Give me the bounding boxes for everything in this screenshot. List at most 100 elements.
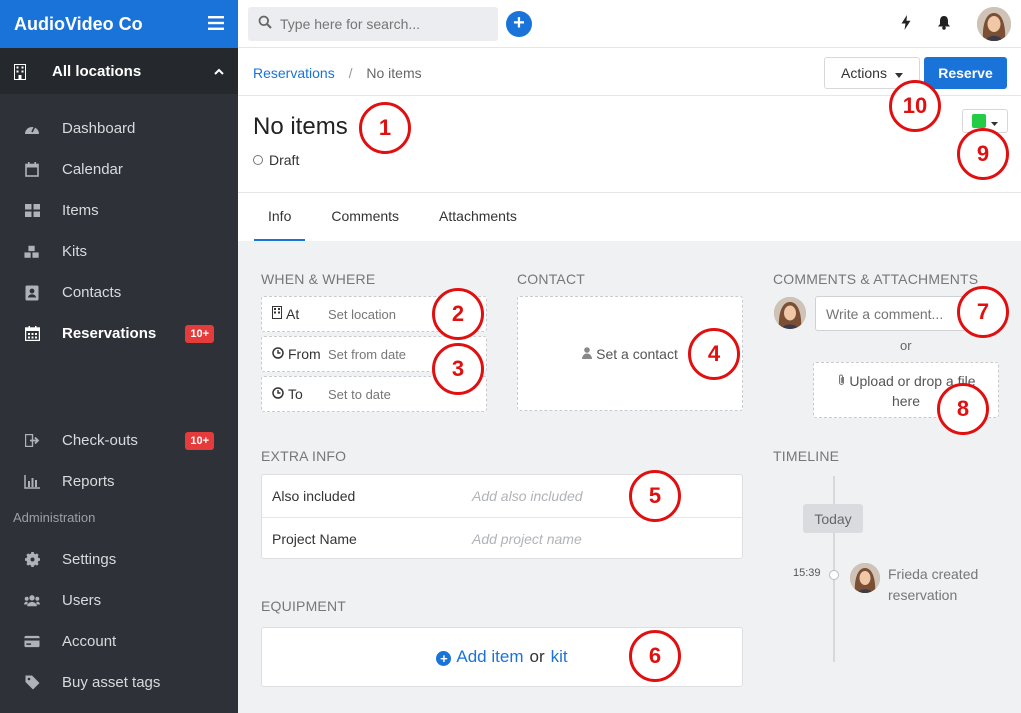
extra-info-heading: EXTRA INFO [261, 448, 347, 464]
from-label: From [288, 346, 321, 362]
sidebar-item-check-outs[interactable]: Check-outs 10+ [0, 420, 238, 461]
today-marker: Today [803, 504, 863, 533]
search-box[interactable] [248, 6, 498, 41]
from-label-wrap: From [262, 346, 328, 362]
sidebar-item-label: Dashboard [62, 120, 136, 137]
at-value: Set location [328, 306, 396, 322]
paperclip-icon [837, 373, 846, 389]
search-input[interactable] [280, 15, 480, 32]
to-label: To [288, 386, 303, 402]
sidebar-item-reservations[interactable]: Reservations 10+ [0, 313, 238, 354]
reserve-button[interactable]: Reserve [924, 57, 1007, 89]
comments-attachments-heading: COMMENTS & ATTACHMENTS [773, 271, 979, 287]
sidebar-item-label: Check-outs [62, 432, 138, 449]
topbar: + [238, 0, 1021, 48]
sidebar-item-label: Settings [62, 551, 117, 568]
calendar-grid-icon [24, 326, 40, 342]
detail-tabs: Info Comments Attachments [238, 193, 1021, 241]
kits-icon [24, 244, 40, 260]
user-icon [582, 346, 593, 362]
add-new-button[interactable]: + [506, 10, 532, 37]
callout-9: 9 [957, 128, 1009, 180]
sidebar-item-dashboard[interactable]: Dashboard [0, 108, 238, 149]
sidebar-item-label: Account [62, 633, 117, 650]
when-where-heading: WHEN & WHERE [261, 271, 376, 287]
topbar-actions [901, 6, 1011, 41]
dashboard-icon [24, 121, 40, 137]
add-item-link[interactable]: + Add item [436, 647, 523, 667]
location-selector[interactable]: All locations [0, 48, 238, 94]
lightning-icon[interactable] [901, 14, 911, 33]
plus-circle-icon: + [436, 651, 452, 666]
callout-10: 10 [889, 80, 941, 132]
tab-info[interactable]: Info [254, 193, 306, 241]
tab-attachments[interactable]: Attachments [425, 193, 531, 241]
project-name-input[interactable]: Add project name [472, 531, 582, 547]
hamburger-menu-icon[interactable] [208, 13, 224, 36]
draft-status-icon [253, 155, 263, 165]
sidebar-item-buy-asset-tags[interactable]: Buy asset tags [0, 662, 238, 703]
chevron-up-icon [214, 64, 224, 78]
sidebar-item-kits[interactable]: Kits [0, 231, 238, 272]
callout-6: 6 [629, 630, 681, 682]
callout-5: 5 [629, 470, 681, 522]
timeline-event-text: Frieda created reservation [888, 566, 979, 603]
status-indicator: Draft [253, 152, 299, 168]
user-avatar[interactable] [977, 6, 1011, 41]
checkouts-count-badge: 10+ [185, 431, 214, 450]
sidebar-item-label: Reports [62, 473, 115, 490]
sidebar-item-users[interactable]: Users [0, 580, 238, 621]
add-kit-link[interactable]: kit [551, 647, 568, 667]
tab-comments[interactable]: Comments [317, 193, 413, 241]
search-icon [258, 15, 272, 32]
secondary-nav: Check-outs 10+ Reports [0, 420, 238, 502]
clock-icon [272, 386, 284, 402]
extra-info-key: Also included [272, 488, 356, 504]
extra-info-row: Project Name Add project name [262, 517, 742, 559]
reports-icon [24, 474, 40, 490]
also-included-input[interactable]: Add also included [472, 488, 583, 504]
at-label-wrap: At [262, 306, 328, 322]
sidebar-item-label: Items [62, 202, 99, 219]
administration-heading: Administration [13, 510, 96, 525]
sidebar-item-calendar[interactable]: Calendar [0, 149, 238, 190]
to-value: Set to date [328, 386, 391, 402]
equipment-or-text: or [529, 647, 545, 666]
at-label: At [286, 306, 300, 322]
sidebar-item-label: Buy asset tags [62, 674, 161, 691]
sidebar-item-account[interactable]: Account [0, 621, 238, 662]
callout-8: 8 [937, 383, 989, 435]
contact-placeholder: Set a contact [596, 345, 678, 362]
sidebar-item-label: Contacts [62, 284, 122, 301]
caret-down-icon [894, 65, 903, 81]
contacts-icon [24, 285, 40, 301]
gear-icon [24, 552, 40, 568]
from-value: Set from date [328, 346, 407, 362]
sidebar-item-contacts[interactable]: Contacts [0, 272, 238, 313]
contact-heading: CONTACT [517, 271, 586, 287]
bell-icon[interactable] [937, 15, 951, 33]
location-label: All locations [52, 62, 142, 80]
sidebar-item-reports[interactable]: Reports [0, 461, 238, 502]
extra-info-key: Project Name [272, 530, 357, 547]
sidebar-item-items[interactable]: Items [0, 190, 238, 231]
breadcrumb-reservations-link[interactable]: Reservations [253, 65, 335, 81]
breadcrumb-separator: / [348, 65, 353, 81]
or-separator: or [900, 338, 912, 353]
callout-3: 3 [432, 343, 484, 395]
calendar-icon [24, 162, 40, 178]
callout-2: 2 [432, 288, 484, 340]
tag-icon [24, 675, 40, 691]
to-label-wrap: To [262, 386, 328, 402]
sidebar-item-label: Reservations [62, 325, 157, 342]
brand-name[interactable]: AudioVideo Co [14, 14, 143, 35]
sidebar-item-settings[interactable]: Settings [0, 539, 238, 580]
timeline-avatar [850, 563, 880, 593]
checkout-icon [24, 433, 40, 449]
building-icon [272, 306, 282, 322]
breadcrumb: Reservations / No items [253, 65, 422, 81]
timeline-heading: TIMELINE [773, 448, 840, 464]
timeline-time: 15:39 [793, 567, 821, 579]
page-title: No items [253, 113, 348, 140]
